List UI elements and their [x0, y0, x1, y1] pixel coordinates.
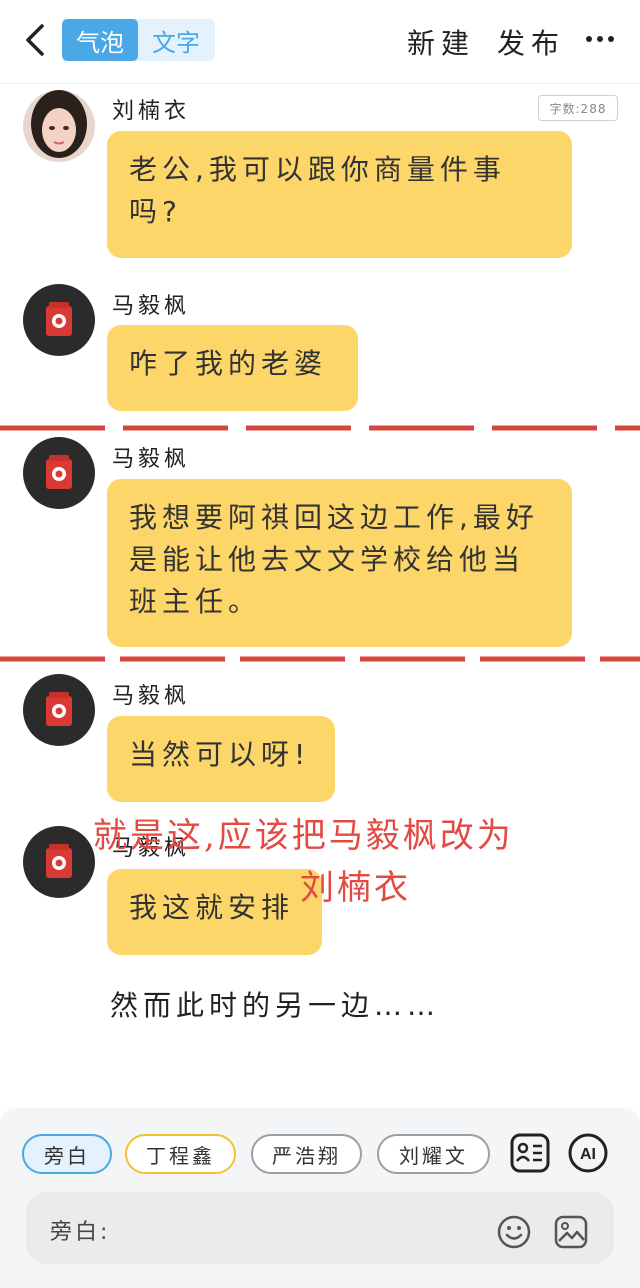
mode-text-tab[interactable]: 文字	[138, 19, 214, 61]
publish-button[interactable]: 发布	[497, 22, 565, 62]
red-dashed-divider	[0, 656, 640, 662]
chip-narration[interactable]: 旁白	[22, 1134, 112, 1174]
chat-bubble[interactable]: 我这就安排	[107, 869, 322, 955]
red-dashed-divider	[0, 425, 640, 431]
avatar-ma-yifeng[interactable]	[23, 284, 95, 356]
chat-bubble[interactable]: 老公,我可以跟你商量件事吗?	[107, 131, 572, 258]
chat-bubble[interactable]: 咋了我的老婆	[107, 325, 358, 411]
speaker-name: 马毅枫	[112, 294, 191, 319]
speaker-name: 马毅枫	[112, 447, 191, 472]
top-bar: 气泡 文字 新建 发布	[0, 0, 640, 84]
speaker-name: 马毅枫	[112, 684, 191, 709]
mode-bubble-tab[interactable]: 气泡	[62, 19, 138, 61]
speaker-name: 刘楠衣	[112, 99, 191, 124]
ai-icon[interactable]: AI	[567, 1132, 609, 1174]
emoji-icon[interactable]	[496, 1214, 532, 1250]
chat-bubble[interactable]: 当然可以呀!	[107, 716, 335, 802]
avatar-ma-yifeng[interactable]	[23, 437, 95, 509]
back-chevron-icon[interactable]	[20, 22, 48, 58]
red-annotation-line1: 就是这,应该把马毅枫改为	[93, 816, 514, 856]
red-annotation-line2: 刘楠衣	[300, 868, 411, 908]
svg-text:AI: AI	[580, 1146, 596, 1163]
avatar-liu-nanyi[interactable]	[23, 90, 95, 162]
chip-character[interactable]: 严浩翔	[251, 1134, 362, 1174]
image-icon[interactable]	[553, 1214, 589, 1250]
narration-text[interactable]: 然而此时的另一边……	[110, 984, 440, 1024]
new-button[interactable]: 新建	[407, 22, 475, 62]
chat-bubble[interactable]: 我想要阿祺回这边工作,最好是能让他去文文学校给他当班主任。	[107, 479, 572, 647]
input-label: 旁白:	[50, 1220, 111, 1245]
word-count-badge: 字数:288	[538, 95, 618, 121]
avatar-ma-yifeng[interactable]	[23, 826, 95, 898]
chip-character[interactable]: 刘耀文	[377, 1134, 490, 1174]
avatar-ma-yifeng[interactable]	[23, 674, 95, 746]
chip-character[interactable]: 丁程鑫	[125, 1134, 236, 1174]
message-input[interactable]	[130, 1206, 480, 1246]
more-dots-icon[interactable]	[586, 36, 614, 44]
mode-toggle: 气泡 文字	[62, 19, 215, 61]
contact-card-icon[interactable]	[509, 1132, 551, 1174]
